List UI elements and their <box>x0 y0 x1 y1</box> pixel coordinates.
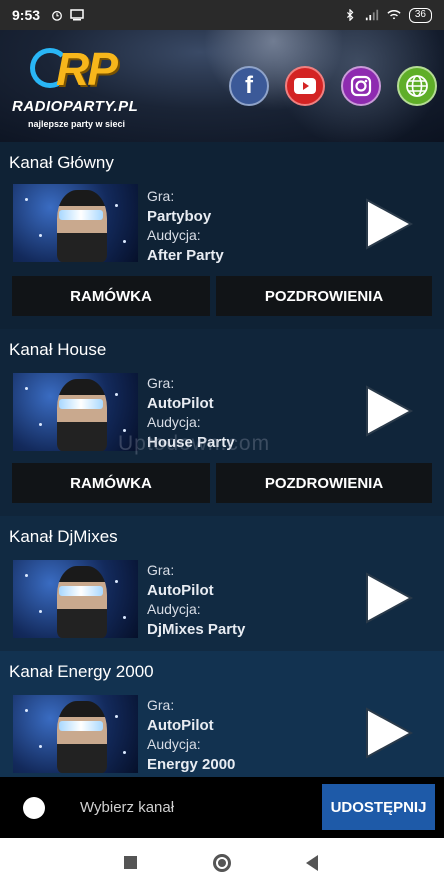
play-icon[interactable] <box>361 705 415 761</box>
channel-title: Kanał Energy 2000 <box>9 662 154 681</box>
channel-thumbnail <box>13 560 138 638</box>
play-icon[interactable] <box>361 570 415 626</box>
playing-label: Gra: <box>147 562 175 578</box>
channel-title: Kanał Główny <box>9 153 114 172</box>
cast-icon <box>70 9 84 21</box>
recents-icon[interactable] <box>124 856 137 869</box>
now-playing-info: Gra: AutoPilot Audycja: DjMixes Party <box>147 561 245 639</box>
instagram-icon[interactable] <box>341 66 381 106</box>
logo-tagline: najlepsze party w sieci <box>28 119 126 129</box>
battery-indicator: 36 <box>408 7 432 23</box>
playing-artist: AutoPilot <box>147 581 214 599</box>
home-icon[interactable] <box>213 854 231 872</box>
show-name: Energy 2000 <box>147 755 236 773</box>
clock: 9:53 <box>12 7 41 23</box>
greetings-button[interactable]: POZDROWIENIA <box>216 463 432 503</box>
wifi-icon <box>387 10 401 20</box>
radioparty-logo: RP RADIOPARTY.PL najlepsze party w sieci <box>12 40 182 135</box>
show-label: Audycja: <box>147 227 201 243</box>
show-label: Audycja: <box>147 414 201 430</box>
playing-label: Gra: <box>147 188 175 204</box>
globe-icon[interactable] <box>397 66 437 106</box>
share-button[interactable]: UDOSTĘPNIJ <box>322 784 435 830</box>
channel-card: Kanał DjMixes Gra: AutoPilot Audycja: Dj… <box>0 516 444 651</box>
select-channel-label[interactable]: Wybierz kanał <box>80 799 174 816</box>
player-status-dot[interactable] <box>23 797 45 819</box>
signal-icon <box>365 9 378 21</box>
watermark: Uptodown.com <box>118 432 271 455</box>
status-bar: 9:53 36 <box>0 0 444 30</box>
youtube-play-icon <box>294 78 316 94</box>
schedule-button[interactable]: RAMÓWKA <box>12 276 210 316</box>
schedule-button[interactable]: RAMÓWKA <box>12 463 210 503</box>
app-header: RP RADIOPARTY.PL najlepsze party w sieci… <box>0 30 444 142</box>
now-playing-info: Gra: Partyboy Audycja: After Party <box>147 187 224 265</box>
channel-title: Kanał House <box>9 340 107 359</box>
channel-card: Kanał Główny Gra: Partyboy Audycja: Afte… <box>0 142 444 329</box>
show-name: After Party <box>147 246 224 264</box>
greetings-button[interactable]: POZDROWIENIA <box>216 276 432 316</box>
now-playing-info: Gra: AutoPilot Audycja: Energy 2000 <box>147 696 235 774</box>
playing-artist: AutoPilot <box>147 394 214 412</box>
show-name: DjMixes Party <box>147 620 246 638</box>
instagram-glyph-icon <box>350 75 372 97</box>
youtube-icon[interactable] <box>285 66 325 106</box>
channel-buttons: RAMÓWKA POZDROWIENIA <box>12 276 432 316</box>
bluetooth-icon <box>346 9 354 21</box>
playing-artist: AutoPilot <box>147 716 214 734</box>
show-label: Audycja: <box>147 736 201 752</box>
channel-card: Kanał Energy 2000 Gra: AutoPilot Audycja… <box>0 651 444 777</box>
channel-card: Kanał House Gra: AutoPilot Audycja: Hous… <box>0 329 444 516</box>
channel-title: Kanał DjMixes <box>9 527 118 546</box>
alarm-icon <box>52 10 62 21</box>
playing-label: Gra: <box>147 697 175 713</box>
play-icon[interactable] <box>361 383 415 439</box>
facebook-icon[interactable]: f <box>229 66 269 106</box>
logo-name: RADIOPARTY.PL <box>12 98 139 115</box>
channel-thumbnail <box>13 184 138 262</box>
logo-mark: RP <box>56 43 118 95</box>
channel-thumbnail <box>13 695 138 773</box>
play-icon[interactable] <box>361 196 415 252</box>
back-icon[interactable] <box>306 855 318 871</box>
show-label: Audycja: <box>147 601 201 617</box>
playing-label: Gra: <box>147 375 175 391</box>
system-nav-bar <box>0 838 444 888</box>
channel-buttons: RAMÓWKA POZDROWIENIA <box>12 463 432 503</box>
globe-glyph-icon <box>406 75 428 97</box>
playing-artist: Partyboy <box>147 207 212 225</box>
player-bar: Wybierz kanał UDOSTĘPNIJ <box>0 777 444 838</box>
